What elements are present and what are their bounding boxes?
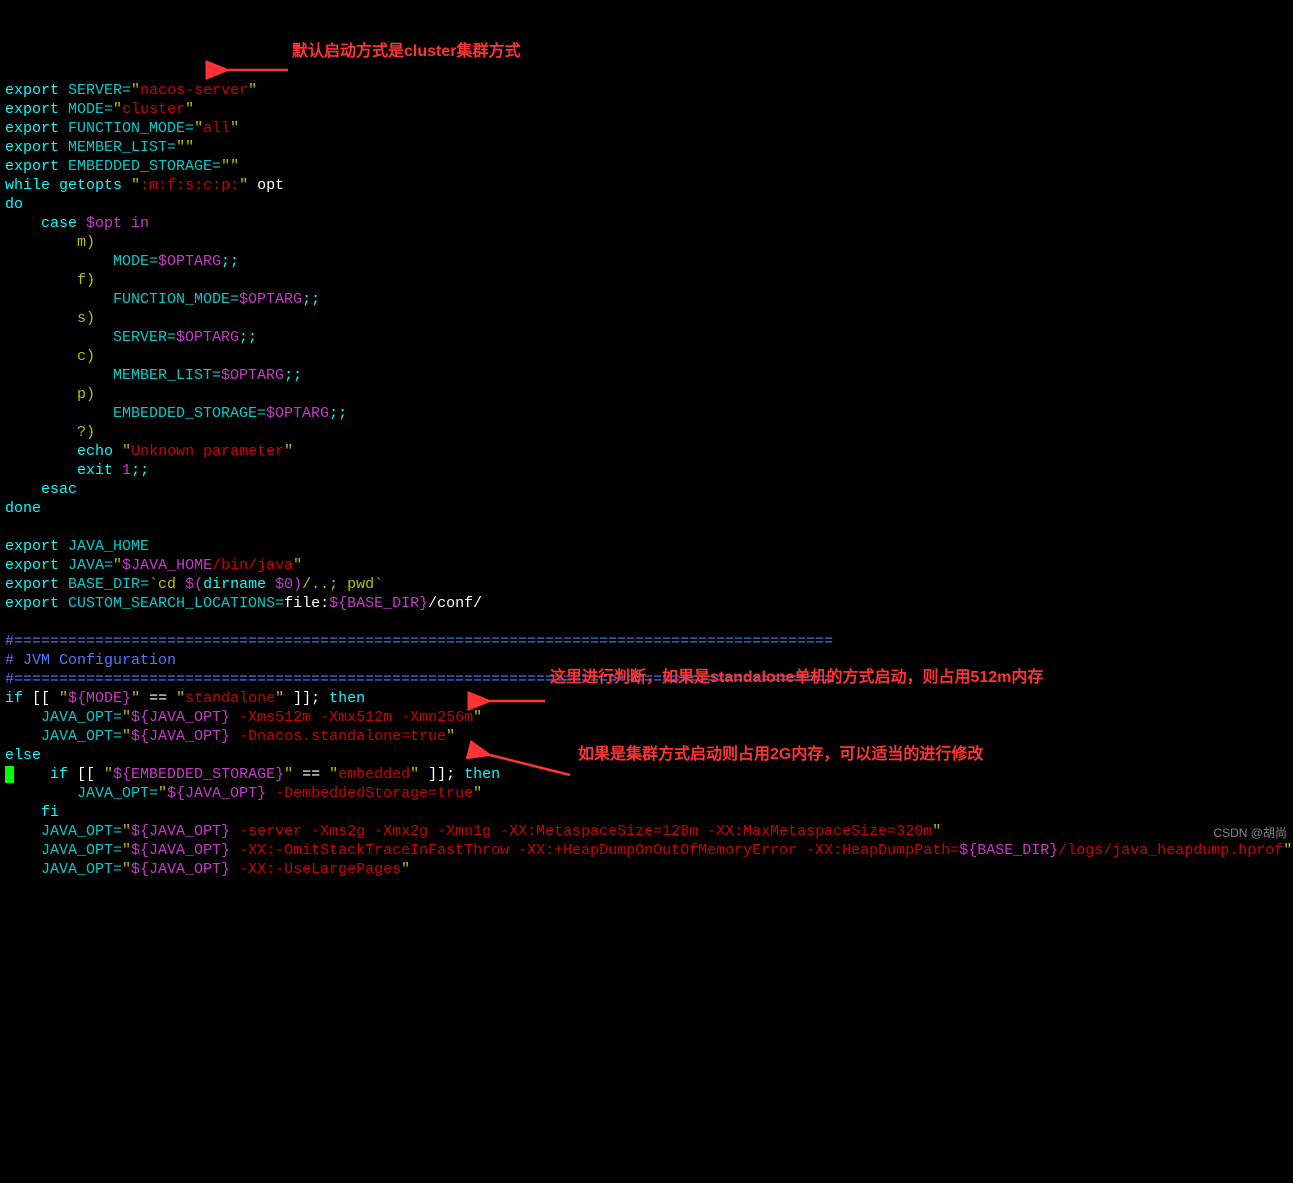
kw-export: export	[5, 82, 59, 99]
watermark: CSDN @胡尚	[1213, 824, 1287, 843]
annotation-2: 这里进行判断，如果是standalone单机的方式启动，则占用512m内存	[550, 668, 1043, 687]
arrow-icon	[218, 41, 288, 84]
annotation-1: 默认启动方式是cluster集群方式	[292, 42, 520, 61]
var-mode: MODE=	[68, 101, 113, 118]
annotation-3: 如果是集群方式启动则占用2G内存，可以适当的进行修改	[578, 745, 983, 764]
cursor	[5, 766, 14, 783]
var-server: SERVER=	[68, 82, 131, 99]
comment-jvm: # JVM Configuration	[5, 652, 176, 669]
